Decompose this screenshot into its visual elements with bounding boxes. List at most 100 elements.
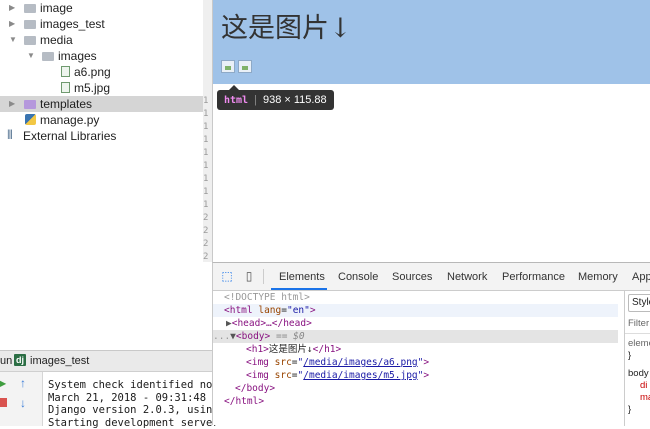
expand-arrow-icon[interactable]: ▶ [9,99,19,108]
tooltip-tag: html [224,95,248,106]
attr-name: src [275,370,292,381]
page-heading: 这是图片↓ [221,6,352,45]
line-number: 1 [203,161,208,171]
libraries-icon: ||| [7,129,12,140]
h1-text: 这是图片↓ [269,344,313,355]
tab-elements[interactable]: Elements [279,271,325,283]
attr-name: lang [258,305,281,316]
inspected-element-highlight: 这是图片↓ [213,0,650,84]
body-selector: body [628,368,649,379]
folder-icon [24,4,36,13]
run-panel: un dj images_test ▶ ↑ ↓ System check ide… [0,350,212,426]
tree-item-label: images_test [40,17,105,31]
tree-item-label: templates [40,97,92,111]
stop-icon[interactable] [0,398,7,407]
run-config-tab[interactable]: images_test [30,355,89,367]
run-panel-header: un dj images_test [0,351,212,372]
console-line: March 21, 2018 - 09:31:48 [48,392,225,405]
editor-gutter: 1 1 1 1 1 1 1 1 1 2 2 2 2 [203,0,212,262]
tag-text: <body> [236,331,270,342]
active-tab-indicator [271,288,327,290]
django-icon: dj [14,354,26,366]
tree-item-media[interactable]: ▼ media [0,32,212,48]
line-number: 1 [203,135,208,145]
tree-item-m5-jpg[interactable]: m5.jpg [0,80,212,96]
dom-node-img[interactable]: <img src="/media/images/m5.jpg"> [213,369,618,382]
line-number: 1 [203,148,208,158]
console-line: Starting development server [48,417,225,429]
console-line: Django version 2.0.3, using [48,404,225,417]
console-line: System check identified no i [48,379,225,392]
tab-console[interactable]: Console [338,271,378,283]
styles-tab[interactable]: Style [628,294,650,312]
image-file-icon [61,82,70,93]
tree-item-templates[interactable]: ▶ templates [0,96,212,112]
dom-node-html-close[interactable]: </html> [213,395,618,408]
tag-close: > [423,357,429,368]
console-output: System check identified no iMarch 21, 20… [48,379,225,429]
style-property[interactable]: ma [640,392,650,403]
dom-node-body-close[interactable]: </body> [213,382,618,395]
tag-close: > [310,305,316,316]
line-number: 1 [203,109,208,119]
line-number: 1 [203,200,208,210]
tree-item-a6-png[interactable]: a6.png [0,64,212,80]
dom-node-doctype[interactable]: <!DOCTYPE html> [213,291,618,304]
expand-triangle-icon[interactable]: ▶ [213,318,232,329]
tree-item-label: media [40,33,73,47]
brace: } [628,350,631,361]
style-property[interactable]: di [640,380,647,391]
rerun-icon[interactable]: ▶ [0,376,6,390]
expand-arrow-icon[interactable]: ▶ [9,3,19,12]
tag-text: <img [213,357,269,368]
tooltip-separator: | [254,94,257,106]
scroll-up-icon[interactable]: ↑ [20,376,26,390]
tag-text: <html [213,305,253,316]
tree-item-external-libraries[interactable]: ||| External Libraries [0,128,212,144]
tab-performance[interactable]: Performance [502,271,565,283]
dom-node-html[interactable]: <html lang="en"> [213,304,618,317]
attr-value: "en" [287,305,310,316]
run-prefix: un [0,355,12,367]
tag-text: <head>…</head> [232,318,312,329]
python-file-icon [25,114,36,125]
tab-application[interactable]: App [632,271,650,283]
expand-arrow-icon[interactable]: ▶ [9,19,19,28]
tree-item-manage-py[interactable]: manage.py [0,112,212,128]
line-number: 1 [203,96,208,106]
img-src-link[interactable]: /media/images/a6.png [303,357,417,368]
line-number: 1 [203,187,208,197]
toolbar-divider [263,269,264,284]
tree-item-label: manage.py [40,113,99,127]
dom-node-img[interactable]: <img src="/media/images/a6.png"> [213,356,618,369]
tag-text: </h1> [313,344,342,355]
tree-item-image[interactable]: ▶ image [0,0,212,16]
tag-text: </body> [213,383,275,394]
tag-text: <h1> [213,344,269,355]
broken-image-icon [221,60,235,73]
collapse-arrow-icon[interactable]: ▼ [27,51,37,60]
element-inspector-tooltip: html|938 × 115.88 [217,90,334,110]
device-toolbar-icon[interactable]: ▯ [241,268,257,284]
styles-filter-input[interactable]: Filter [628,318,649,329]
tree-item-images[interactable]: ▼ images [0,48,212,64]
collapse-arrow-icon[interactable]: ▼ [9,35,19,44]
tree-item-images-test[interactable]: ▶ images_test [0,16,212,32]
dom-node-head[interactable]: ▶<head>…</head> [213,317,618,330]
doctype-text: <!DOCTYPE html> [213,292,310,303]
line-number: 1 [203,122,208,132]
line-number: 2 [203,213,208,223]
dom-node-body[interactable]: ...▼<body> == $0 [213,330,618,343]
scroll-down-icon[interactable]: ↓ [20,396,26,410]
tag-text: </html> [213,396,264,407]
browser-viewport: 这是图片↓ html|938 × 115.88 [212,0,650,262]
tab-sources[interactable]: Sources [392,271,432,283]
folder-icon [24,36,36,45]
tree-item-label: External Libraries [23,129,116,143]
inspect-element-icon[interactable]: ⬚ [219,268,235,284]
dom-node-h1[interactable]: <h1>这是图片↓</h1> [213,343,618,356]
styles-pane: Style Filter eleme } body di ma } [624,291,650,426]
img-src-link[interactable]: /media/images/m5.jpg [303,370,417,381]
tab-memory[interactable]: Memory [578,271,618,283]
tab-network[interactable]: Network [447,271,487,283]
